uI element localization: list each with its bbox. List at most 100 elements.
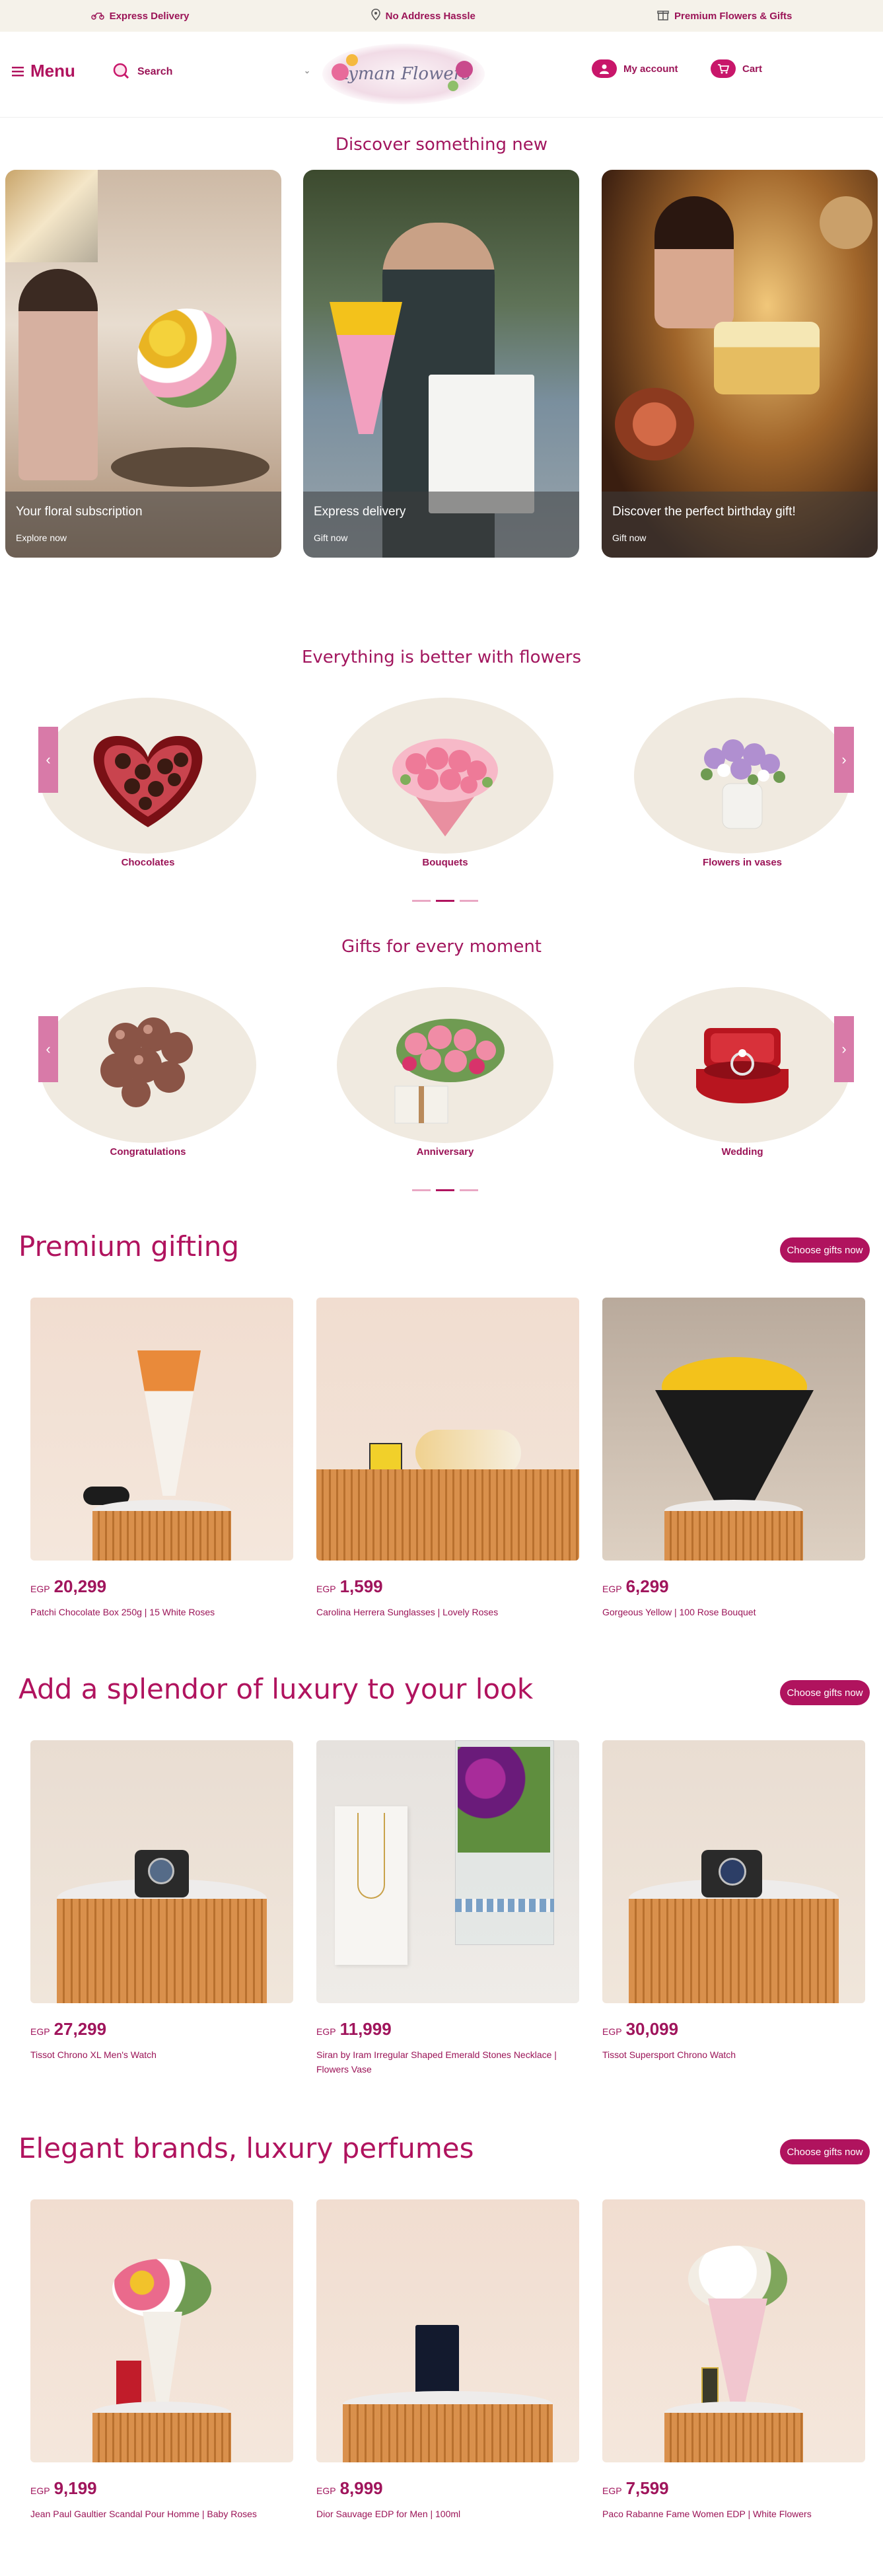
product-price: EGP 11,999 — [316, 2019, 579, 2040]
product-price: EGP 7,599 — [602, 2478, 865, 2499]
cart-label: Cart — [742, 63, 763, 75]
watch-decoration — [719, 1858, 746, 1886]
category-label[interactable]: Bouquets — [337, 857, 553, 868]
no-address-banner: No Address Hassle — [371, 9, 476, 23]
category-label[interactable]: Wedding — [634, 1146, 851, 1158]
category-label[interactable]: Chocolates — [40, 857, 256, 868]
cart-button[interactable]: Cart — [711, 59, 762, 78]
luxury-choose-gifts-button[interactable]: Choose gifts now — [780, 1680, 870, 1705]
discover-card-cta[interactable]: Gift now — [314, 533, 569, 543]
watch-decoration — [148, 1858, 174, 1884]
everything-title: Everything is better with flowers — [301, 647, 582, 667]
product-name[interactable]: Paco Rabanne Fame Women EDP | White Flow… — [602, 2507, 865, 2521]
carousel-prev-button[interactable]: ‹ — [38, 727, 58, 793]
discover-card-overlay: Express delivery Gift now — [303, 492, 579, 558]
birthday-cake-decoration — [714, 322, 820, 394]
product-image[interactable] — [316, 2199, 579, 2462]
category-bouquets[interactable] — [337, 698, 553, 854]
product-card[interactable]: EGP 30,099 Tissot Supersport Chrono Watc… — [602, 1740, 865, 2062]
site-logo[interactable]: Ayman Flowers — [322, 44, 485, 104]
vase-band-decoration — [455, 1899, 554, 1912]
discover-card-subscription[interactable]: Your floral subscription Explore now — [5, 170, 281, 558]
product-card[interactable]: EGP 11,999 Siran by Iram Irregular Shape… — [316, 1740, 579, 2077]
anniversary-bouquet-icon — [394, 1019, 505, 1124]
carousel-next-button[interactable]: › — [834, 1016, 854, 1082]
category-chocolates[interactable] — [40, 698, 256, 854]
user-icon — [592, 59, 617, 78]
account-label: My account — [623, 63, 678, 75]
currency-label: EGP — [30, 2026, 50, 2037]
woman-figure-decoration — [654, 196, 734, 328]
perfumes-choose-gifts-button[interactable]: Choose gifts now — [780, 2139, 870, 2164]
product-price: EGP 30,099 — [602, 2019, 865, 2040]
product-card[interactable]: EGP 20,299 Patchi Chocolate Box 250g | 1… — [30, 1298, 293, 1619]
menu-button[interactable]: Menu — [12, 61, 75, 81]
product-image[interactable] — [30, 2199, 293, 2462]
product-image[interactable] — [30, 1298, 293, 1561]
product-card[interactable]: EGP 9,199 Jean Paul Gaultier Scandal Pou… — [30, 2199, 293, 2521]
discover-card-cta[interactable]: Gift now — [612, 533, 867, 543]
discover-card-birthday[interactable]: Discover the perfect birthday gift! Gift… — [602, 170, 878, 558]
product-card[interactable]: EGP 8,999 Dior Sauvage EDP for Men | 100… — [316, 2199, 579, 2521]
pedestal-decoration — [57, 1899, 267, 2003]
category-label[interactable]: Anniversary — [337, 1146, 553, 1158]
product-name[interactable]: Siran by Iram Irregular Shaped Emerald S… — [316, 2047, 579, 2077]
product-image[interactable] — [602, 1740, 865, 2003]
product-image[interactable] — [316, 1740, 579, 2003]
balloons-icon — [100, 1017, 193, 1107]
category-flowers-in-vases[interactable] — [634, 698, 851, 854]
product-name[interactable]: Tissot Supersport Chrono Watch — [602, 2047, 865, 2062]
logo-flower-decoration — [448, 81, 458, 91]
no-address-label: No Address Hassle — [385, 10, 476, 22]
product-image[interactable] — [602, 2199, 865, 2462]
logo-flower-decoration — [346, 54, 358, 66]
product-card[interactable]: EGP 6,299 Gorgeous Yellow | 100 Rose Bou… — [602, 1298, 865, 1619]
product-image[interactable] — [30, 1740, 293, 2003]
product-image[interactable] — [602, 1298, 865, 1561]
carousel-next-button[interactable]: › — [834, 727, 854, 793]
currency-label: EGP — [316, 2485, 336, 2496]
discover-card-express[interactable]: Express delivery Gift now — [303, 170, 579, 558]
premium-title: Premium gifting — [18, 1230, 240, 1263]
category-label[interactable]: Flowers in vases — [634, 857, 851, 868]
discover-card-cta[interactable]: Explore now — [16, 533, 271, 543]
luxury-title: Add a splendor of luxury to your look — [18, 1673, 534, 1705]
product-name[interactable]: Carolina Herrera Sunglasses | Lovely Ros… — [316, 1605, 579, 1619]
pagination-dot[interactable] — [412, 1189, 431, 1191]
premium-banner: Premium Flowers & Gifts — [657, 9, 792, 23]
category-anniversary[interactable] — [337, 987, 553, 1143]
product-card[interactable]: EGP 7,599 Paco Rabanne Fame Women EDP | … — [602, 2199, 865, 2521]
product-image[interactable] — [316, 1298, 579, 1561]
pagination-dot-active[interactable] — [436, 900, 454, 902]
price-value: 9,199 — [53, 2478, 97, 2498]
currency-label: EGP — [30, 1584, 50, 1594]
gifts-title: Gifts for every moment — [341, 937, 542, 957]
category-wedding[interactable] — [634, 987, 851, 1143]
currency-label: EGP — [316, 1584, 336, 1594]
pagination-dot[interactable] — [460, 900, 478, 902]
pagination-dot[interactable] — [412, 900, 431, 902]
product-name[interactable]: Patchi Chocolate Box 250g | 15 White Ros… — [30, 1605, 293, 1619]
orchids-decoration — [458, 1747, 550, 1853]
carousel-prev-button[interactable]: ‹ — [38, 1016, 58, 1082]
product-card[interactable]: EGP 1,599 Carolina Herrera Sunglasses | … — [316, 1298, 579, 1619]
premium-label: Premium Flowers & Gifts — [674, 10, 793, 22]
product-card[interactable]: EGP 27,299 Tissot Chrono XL Men's Watch — [30, 1740, 293, 2062]
flower-decoration — [615, 388, 694, 460]
search-box[interactable]: Search ⌄ — [112, 62, 310, 82]
product-name[interactable]: Tissot Chrono XL Men's Watch — [30, 2047, 293, 2062]
flower-vase-icon — [701, 739, 785, 829]
pagination-dot-active[interactable] — [436, 1189, 454, 1191]
product-name[interactable]: Jean Paul Gaultier Scandal Pour Homme | … — [30, 2507, 293, 2521]
price-value: 30,099 — [625, 2019, 679, 2039]
pagination-dot[interactable] — [460, 1189, 478, 1191]
category-label[interactable]: Congratulations — [40, 1146, 256, 1158]
woman-figure-decoration — [18, 269, 98, 480]
product-name[interactable]: Dior Sauvage EDP for Men | 100ml — [316, 2507, 579, 2521]
product-name[interactable]: Gorgeous Yellow | 100 Rose Bouquet — [602, 1605, 865, 1619]
account-button[interactable]: My account — [592, 59, 678, 78]
category-congratulations[interactable] — [40, 987, 256, 1143]
scooter-icon — [90, 9, 104, 22]
chevron-right-icon: › — [841, 751, 847, 768]
premium-choose-gifts-button[interactable]: Choose gifts now — [780, 1237, 870, 1263]
